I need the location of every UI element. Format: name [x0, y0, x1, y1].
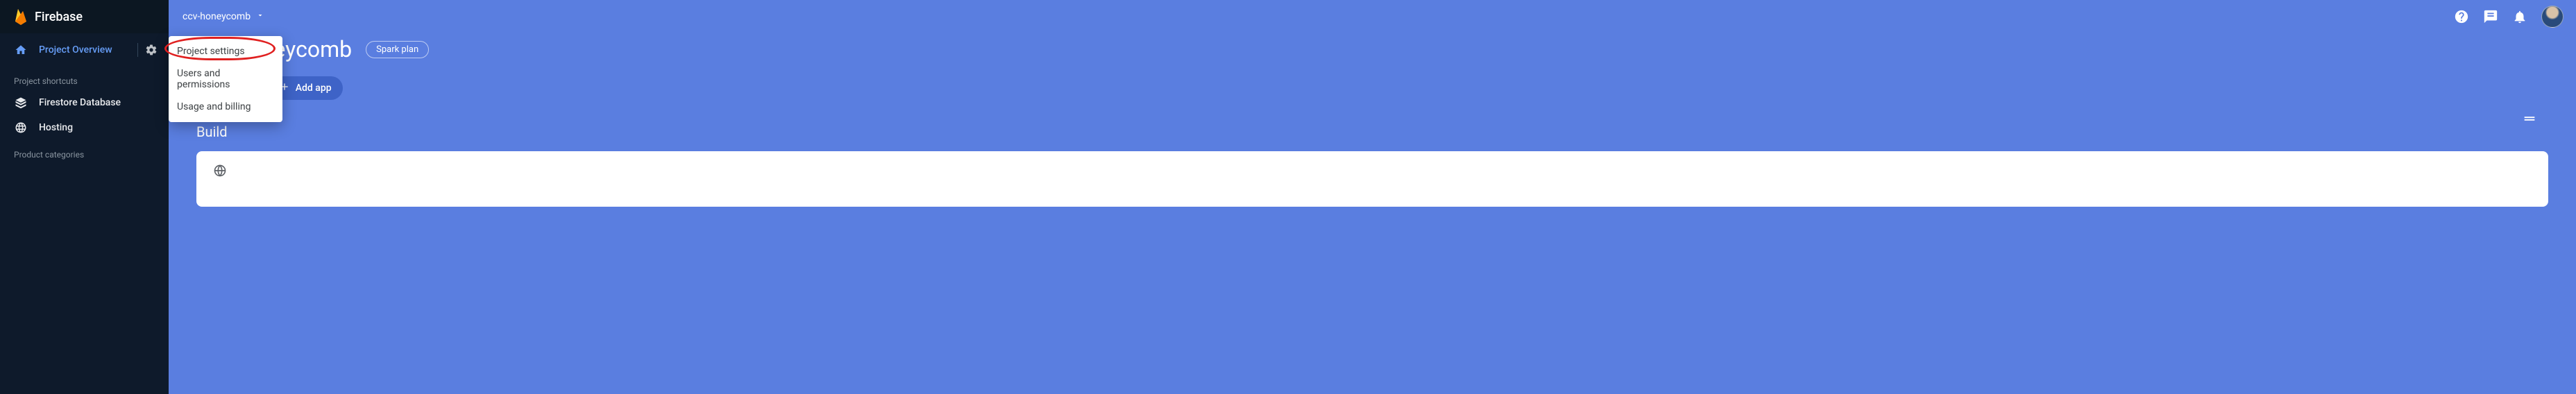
- globe-icon: [213, 164, 227, 181]
- avatar[interactable]: [2541, 6, 2564, 28]
- menu-item-users-permissions[interactable]: Users and permissions: [169, 62, 282, 96]
- sidebar-item-label: Firestore Database: [39, 97, 121, 108]
- add-app-label: Add app: [296, 83, 332, 94]
- brand-row: Firebase: [0, 0, 169, 33]
- settings-menu: Project settings Users and permissions U…: [169, 36, 282, 122]
- gear-icon[interactable]: [145, 44, 158, 56]
- project-overview-label: Project Overview: [39, 44, 112, 55]
- help-icon[interactable]: [2454, 9, 2469, 24]
- drag-handle-icon[interactable]: [2522, 111, 2537, 129]
- chevron-down-icon: [256, 11, 264, 22]
- sidebar-section-categories: Product categories: [0, 140, 169, 164]
- main: ccv-honeycomb ccv-honeycomb Spark plan: [169, 0, 2576, 394]
- menu-item-project-settings[interactable]: Project settings: [169, 40, 282, 62]
- menu-item-label: Users and permissions: [177, 68, 230, 90]
- sidebar-item-hosting[interactable]: Hosting: [0, 115, 169, 140]
- brand-name: Firebase: [35, 10, 83, 24]
- home-icon: [14, 43, 28, 57]
- globe-icon: [14, 121, 28, 135]
- firebase-logo-icon: [14, 10, 28, 24]
- section-build-heading: Build: [196, 123, 2548, 140]
- sidebar-item-firestore[interactable]: Firestore Database: [0, 90, 169, 115]
- plan-badge[interactable]: Spark plan: [366, 41, 429, 58]
- stack-icon: [14, 96, 28, 110]
- menu-item-label: Project settings: [177, 46, 245, 57]
- menu-item-usage-billing[interactable]: Usage and billing: [169, 96, 282, 118]
- content: ccv-honeycomb Spark plan 1 app Add app B…: [169, 36, 2576, 207]
- menu-item-label: Usage and billing: [177, 101, 251, 112]
- sidebar-item-label: Hosting: [39, 122, 73, 133]
- topbar: ccv-honeycomb: [169, 0, 2576, 33]
- divider: [137, 43, 138, 57]
- bell-icon[interactable]: [2512, 9, 2527, 24]
- note-icon[interactable]: [2483, 9, 2498, 24]
- project-switcher[interactable]: ccv-honeycomb: [183, 11, 264, 22]
- project-switcher-label: ccv-honeycomb: [183, 11, 251, 22]
- sidebar: Firebase Project Overview Project shortc…: [0, 0, 169, 394]
- sidebar-section-shortcuts: Project shortcuts: [0, 67, 169, 90]
- project-overview-row[interactable]: Project Overview: [0, 33, 169, 67]
- build-card[interactable]: [196, 151, 2548, 207]
